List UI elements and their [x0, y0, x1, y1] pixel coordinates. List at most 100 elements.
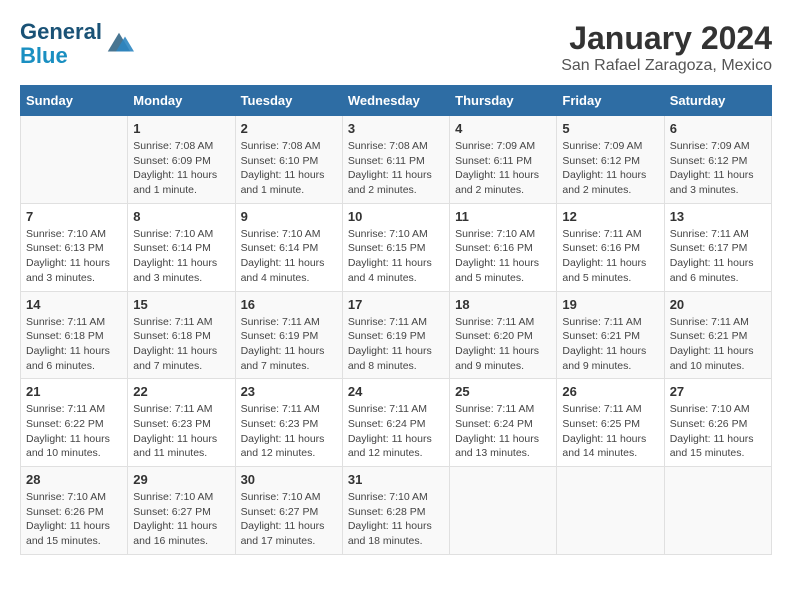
logo-icon	[104, 29, 134, 59]
day-info: Sunrise: 7:08 AM Sunset: 6:10 PM Dayligh…	[241, 139, 337, 198]
logo-line1: General	[20, 19, 102, 44]
day-number: 6	[670, 121, 766, 136]
day-info: Sunrise: 7:11 AM Sunset: 6:22 PM Dayligh…	[26, 402, 122, 461]
calendar-cell: 14 Sunrise: 7:11 AM Sunset: 6:18 PM Dayli…	[21, 291, 128, 379]
calendar-cell: 1Sunrise: 7:08 AM Sunset: 6:09 PM Daylig…	[128, 116, 235, 204]
calendar-cell: 24Sunrise: 7:11 AM Sunset: 6:24 PM Dayli…	[342, 379, 449, 467]
calendar-cell: 7Sunrise: 7:10 AM Sunset: 6:13 PM Daylig…	[21, 203, 128, 291]
day-info: Sunrise: 7:11 AM Sunset: 6:21 PM Dayligh…	[562, 315, 658, 374]
day-info: Sunrise: 7:09 AM Sunset: 6:12 PM Dayligh…	[562, 139, 658, 198]
calendar-cell: 15 Sunrise: 7:11 AM Sunset: 6:18 PM Dayli…	[128, 291, 235, 379]
day-info: Sunrise: 7:10 AM Sunset: 6:26 PM Dayligh…	[670, 402, 766, 461]
calendar-cell: 26 Sunrise: 7:11 AM Sunset: 6:25 PM Dayli…	[557, 379, 664, 467]
day-number: 17	[348, 297, 444, 312]
weekday-header-row: SundayMondayTuesdayWednesdayThursdayFrid…	[21, 86, 772, 116]
day-number: 1	[133, 121, 229, 136]
calendar-cell	[664, 467, 771, 555]
day-info: Sunrise: 7:11 AM Sunset: 6:23 PM Dayligh…	[241, 402, 337, 461]
day-info: Sunrise: 7:10 AM Sunset: 6:27 PM Dayligh…	[241, 490, 337, 549]
calendar-cell: 23 Sunrise: 7:11 AM Sunset: 6:23 PM Dayli…	[235, 379, 342, 467]
calendar-cell: 17Sunrise: 7:11 AM Sunset: 6:19 PM Dayli…	[342, 291, 449, 379]
calendar-cell: 25 Sunrise: 7:11 AM Sunset: 6:24 PM Dayli…	[450, 379, 557, 467]
calendar-cell: 2Sunrise: 7:08 AM Sunset: 6:10 PM Daylig…	[235, 116, 342, 204]
day-info: Sunrise: 7:11 AM Sunset: 6:23 PM Dayligh…	[133, 402, 229, 461]
day-info: Sunrise: 7:11 AM Sunset: 6:16 PM Dayligh…	[562, 227, 658, 286]
day-number: 27	[670, 384, 766, 399]
day-info: Sunrise: 7:11 AM Sunset: 6:17 PM Dayligh…	[670, 227, 766, 286]
day-info: Sunrise: 7:11 AM Sunset: 6:24 PM Dayligh…	[455, 402, 551, 461]
day-number: 16	[241, 297, 337, 312]
page-header: General Blue January 2024 San Rafael Zar…	[20, 20, 772, 75]
calendar-week-row: 7Sunrise: 7:10 AM Sunset: 6:13 PM Daylig…	[21, 203, 772, 291]
day-number: 21	[26, 384, 122, 399]
day-number: 20	[670, 297, 766, 312]
calendar-cell: 12 Sunrise: 7:11 AM Sunset: 6:16 PM Dayli…	[557, 203, 664, 291]
day-number: 7	[26, 209, 122, 224]
day-info: Sunrise: 7:11 AM Sunset: 6:18 PM Dayligh…	[26, 315, 122, 374]
calendar-cell: 10Sunrise: 7:10 AM Sunset: 6:15 PM Dayli…	[342, 203, 449, 291]
day-info: Sunrise: 7:11 AM Sunset: 6:19 PM Dayligh…	[241, 315, 337, 374]
day-number: 11	[455, 209, 551, 224]
day-number: 31	[348, 472, 444, 487]
calendar-week-row: 1Sunrise: 7:08 AM Sunset: 6:09 PM Daylig…	[21, 116, 772, 204]
calendar-week-row: 14 Sunrise: 7:11 AM Sunset: 6:18 PM Dayli…	[21, 291, 772, 379]
day-number: 29	[133, 472, 229, 487]
calendar-cell: 4Sunrise: 7:09 AM Sunset: 6:11 PM Daylig…	[450, 116, 557, 204]
day-info: Sunrise: 7:10 AM Sunset: 6:16 PM Dayligh…	[455, 227, 551, 286]
calendar-cell	[450, 467, 557, 555]
calendar-cell: 18Sunrise: 7:11 AM Sunset: 6:20 PM Dayli…	[450, 291, 557, 379]
day-number: 26	[562, 384, 658, 399]
day-info: Sunrise: 7:10 AM Sunset: 6:14 PM Dayligh…	[241, 227, 337, 286]
month-title: January 2024	[561, 20, 772, 57]
calendar-cell: 8Sunrise: 7:10 AM Sunset: 6:14 PM Daylig…	[128, 203, 235, 291]
day-info: Sunrise: 7:11 AM Sunset: 6:18 PM Dayligh…	[133, 315, 229, 374]
day-info: Sunrise: 7:10 AM Sunset: 6:26 PM Dayligh…	[26, 490, 122, 549]
calendar-cell: 22 Sunrise: 7:11 AM Sunset: 6:23 PM Dayli…	[128, 379, 235, 467]
calendar-cell: 19 Sunrise: 7:11 AM Sunset: 6:21 PM Dayli…	[557, 291, 664, 379]
weekday-header-friday: Friday	[557, 86, 664, 116]
weekday-header-monday: Monday	[128, 86, 235, 116]
day-number: 24	[348, 384, 444, 399]
weekday-header-sunday: Sunday	[21, 86, 128, 116]
day-number: 22	[133, 384, 229, 399]
calendar-cell: 29 Sunrise: 7:10 AM Sunset: 6:27 PM Dayli…	[128, 467, 235, 555]
calendar-cell: 27 Sunrise: 7:10 AM Sunset: 6:26 PM Dayli…	[664, 379, 771, 467]
calendar-cell: 3 Sunrise: 7:08 AM Sunset: 6:11 PM Daylig…	[342, 116, 449, 204]
logo-line2: Blue	[20, 43, 68, 68]
calendar-cell: 31 Sunrise: 7:10 AM Sunset: 6:28 PM Dayli…	[342, 467, 449, 555]
calendar-cell: 21 Sunrise: 7:11 AM Sunset: 6:22 PM Dayli…	[21, 379, 128, 467]
day-info: Sunrise: 7:08 AM Sunset: 6:11 PM Dayligh…	[348, 139, 444, 198]
calendar-cell: 11 Sunrise: 7:10 AM Sunset: 6:16 PM Dayli…	[450, 203, 557, 291]
calendar-cell: 6Sunrise: 7:09 AM Sunset: 6:12 PM Daylig…	[664, 116, 771, 204]
day-info: Sunrise: 7:11 AM Sunset: 6:20 PM Dayligh…	[455, 315, 551, 374]
day-number: 14	[26, 297, 122, 312]
weekday-header-wednesday: Wednesday	[342, 86, 449, 116]
title-section: January 2024 San Rafael Zaragoza, Mexico	[561, 20, 772, 75]
calendar-cell: 20 Sunrise: 7:11 AM Sunset: 6:21 PM Dayli…	[664, 291, 771, 379]
calendar-table: SundayMondayTuesdayWednesdayThursdayFrid…	[20, 85, 772, 555]
calendar-cell: 16 Sunrise: 7:11 AM Sunset: 6:19 PM Dayli…	[235, 291, 342, 379]
day-info: Sunrise: 7:11 AM Sunset: 6:25 PM Dayligh…	[562, 402, 658, 461]
day-number: 25	[455, 384, 551, 399]
day-number: 4	[455, 121, 551, 136]
day-number: 3	[348, 121, 444, 136]
calendar-week-row: 28 Sunrise: 7:10 AM Sunset: 6:26 PM Dayli…	[21, 467, 772, 555]
day-number: 5	[562, 121, 658, 136]
calendar-cell: 28 Sunrise: 7:10 AM Sunset: 6:26 PM Dayli…	[21, 467, 128, 555]
day-info: Sunrise: 7:10 AM Sunset: 6:27 PM Dayligh…	[133, 490, 229, 549]
calendar-cell: 13Sunrise: 7:11 AM Sunset: 6:17 PM Dayli…	[664, 203, 771, 291]
day-number: 28	[26, 472, 122, 487]
day-number: 15	[133, 297, 229, 312]
day-info: Sunrise: 7:10 AM Sunset: 6:14 PM Dayligh…	[133, 227, 229, 286]
location-title: San Rafael Zaragoza, Mexico	[561, 57, 772, 75]
day-number: 30	[241, 472, 337, 487]
day-number: 12	[562, 209, 658, 224]
day-number: 19	[562, 297, 658, 312]
calendar-cell: 30 Sunrise: 7:10 AM Sunset: 6:27 PM Dayli…	[235, 467, 342, 555]
calendar-cell	[557, 467, 664, 555]
day-info: Sunrise: 7:11 AM Sunset: 6:21 PM Dayligh…	[670, 315, 766, 374]
logo: General Blue	[20, 20, 134, 68]
day-number: 23	[241, 384, 337, 399]
calendar-cell: 5 Sunrise: 7:09 AM Sunset: 6:12 PM Daylig…	[557, 116, 664, 204]
day-info: Sunrise: 7:10 AM Sunset: 6:28 PM Dayligh…	[348, 490, 444, 549]
